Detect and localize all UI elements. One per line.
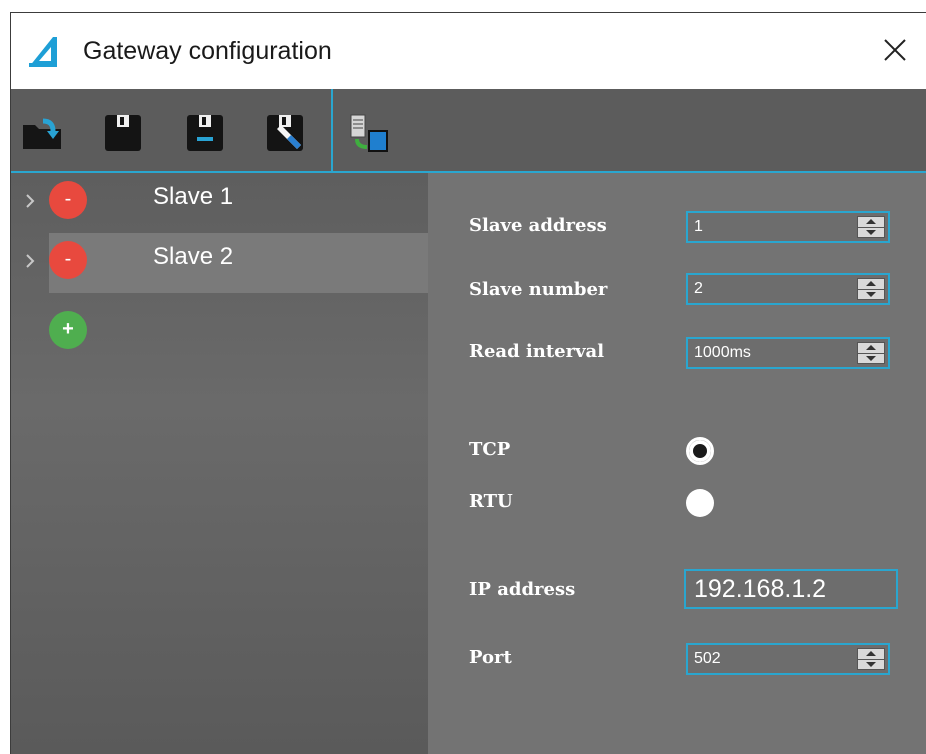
ip-address-value[interactable]: 192.168.1.2 bbox=[694, 575, 826, 604]
read-interval-value[interactable]: 1000ms bbox=[694, 344, 751, 362]
spin-arrows[interactable] bbox=[857, 648, 885, 670]
gateway-logo-icon bbox=[29, 37, 57, 67]
slave-address-value[interactable]: 1 bbox=[694, 218, 703, 236]
chevron-right-icon[interactable] bbox=[21, 247, 41, 275]
slave-address-spinbox[interactable]: 1 bbox=[686, 211, 890, 243]
toolbar-separator bbox=[331, 89, 333, 171]
read-interval-label: Read interval bbox=[469, 341, 605, 362]
chevron-right-icon[interactable] bbox=[21, 187, 41, 215]
slave-item[interactable]: - Slave 2 bbox=[26, 233, 428, 293]
close-icon[interactable] bbox=[878, 33, 912, 67]
slave-label: Slave 1 bbox=[153, 183, 234, 210]
window-title: Gateway configuration bbox=[83, 37, 332, 65]
slave-address-label: Slave address bbox=[469, 215, 607, 236]
ip-address-field[interactable]: 192.168.1.2 bbox=[684, 569, 898, 609]
slave-label: Slave 2 bbox=[153, 243, 234, 270]
slave-settings-panel: Slave address 1 Slave number 2 Read inte… bbox=[428, 173, 926, 754]
save-as-icon[interactable] bbox=[183, 111, 227, 155]
open-folder-icon[interactable] bbox=[21, 111, 65, 155]
port-label: Port bbox=[469, 647, 512, 668]
ip-address-label: IP address bbox=[469, 579, 576, 600]
transfer-to-device-icon[interactable] bbox=[347, 111, 391, 155]
port-value[interactable]: 502 bbox=[694, 650, 721, 668]
slave-number-label: Slave number bbox=[469, 279, 608, 300]
remove-slave-button[interactable]: - bbox=[49, 241, 87, 279]
slave-list-panel: - Slave 1 - Slave 2 + bbox=[11, 173, 428, 754]
read-interval-spinbox[interactable]: 1000ms bbox=[686, 337, 890, 369]
toolbar bbox=[11, 89, 926, 173]
tcp-label: TCP bbox=[469, 439, 511, 460]
rtu-radio[interactable] bbox=[686, 489, 714, 517]
port-spinbox[interactable]: 502 bbox=[686, 643, 890, 675]
title-bar: Gateway configuration bbox=[11, 13, 926, 89]
slave-item[interactable]: - Slave 1 bbox=[26, 173, 428, 233]
tcp-radio[interactable] bbox=[686, 437, 714, 465]
spin-arrows[interactable] bbox=[857, 278, 885, 300]
rtu-label: RTU bbox=[469, 491, 513, 512]
slave-number-value[interactable]: 2 bbox=[694, 280, 703, 298]
spin-arrows[interactable] bbox=[857, 216, 885, 238]
save-edit-icon[interactable] bbox=[263, 111, 307, 155]
save-icon[interactable] bbox=[101, 111, 145, 155]
add-slave-button[interactable]: + bbox=[49, 311, 87, 349]
remove-slave-button[interactable]: - bbox=[49, 181, 87, 219]
spin-arrows[interactable] bbox=[857, 342, 885, 364]
gateway-configuration-window: Gateway configuration - Slave 1 - Slave … bbox=[10, 12, 926, 754]
slave-number-spinbox[interactable]: 2 bbox=[686, 273, 890, 305]
